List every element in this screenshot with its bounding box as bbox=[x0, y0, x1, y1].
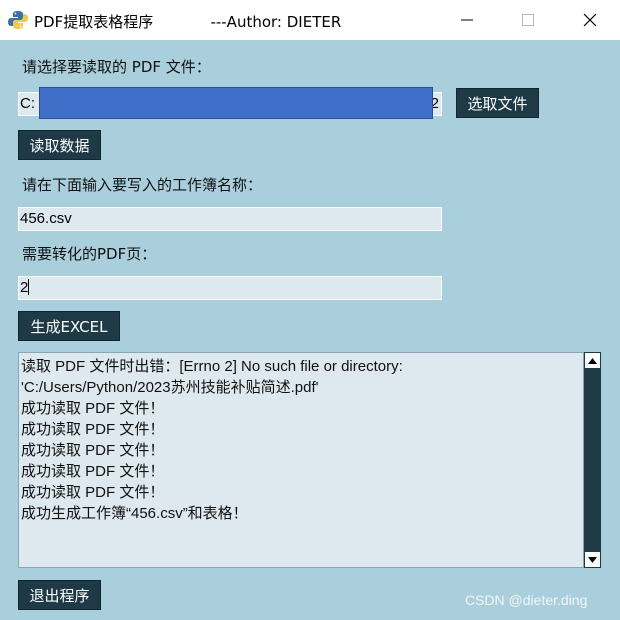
pdf-page-label: 需要转化的PDF页： bbox=[22, 245, 157, 263]
log-line: 'C:/Users/Python/2023苏州技能补贴简述.pdf' bbox=[21, 379, 319, 396]
python-icon bbox=[8, 11, 28, 29]
text-cursor bbox=[28, 279, 30, 295]
log-scrollbar[interactable] bbox=[584, 352, 601, 568]
scroll-up-button[interactable] bbox=[585, 353, 600, 368]
scroll-up-icon bbox=[588, 357, 597, 364]
close-button[interactable] bbox=[560, 0, 620, 40]
minimize-icon bbox=[461, 19, 473, 21]
close-icon bbox=[583, 13, 597, 27]
log-line: 成功读取 PDF 文件！ bbox=[21, 400, 165, 417]
select-file-label: 请选择要读取的 PDF 文件： bbox=[22, 58, 211, 76]
maximize-button[interactable] bbox=[498, 0, 558, 40]
pdf-page-value: 2 bbox=[20, 279, 29, 296]
pdf-page-input[interactable]: 2 bbox=[18, 276, 442, 300]
workbook-name-value: 456.csv bbox=[20, 210, 72, 227]
exit-button[interactable]: 退出程序 bbox=[18, 580, 101, 610]
watermark-text: CSDN @dieter.ding bbox=[465, 592, 588, 608]
read-data-button[interactable]: 读取数据 bbox=[18, 130, 101, 160]
scroll-down-icon bbox=[588, 556, 597, 563]
title-bar: PDF提取表格程序 ---Author: DIETER bbox=[0, 0, 620, 40]
log-line: 成功读取 PDF 文件！ bbox=[21, 484, 165, 501]
log-line: 成功读取 PDF 文件！ bbox=[21, 463, 165, 480]
workbook-name-input[interactable]: 456.csv bbox=[18, 207, 442, 231]
log-output[interactable]: 读取 PDF 文件时出错：[Errno 2] No such file or d… bbox=[18, 352, 584, 568]
maximize-icon bbox=[522, 14, 534, 26]
minimize-button[interactable] bbox=[437, 0, 497, 40]
log-line: 成功读取 PDF 文件！ bbox=[21, 421, 165, 438]
window-title: PDF提取表格程序 ---Author: DIETER bbox=[34, 13, 342, 31]
generate-excel-button[interactable]: 生成EXCEL bbox=[18, 311, 120, 341]
redaction-block bbox=[39, 87, 433, 119]
workbook-name-label: 请在下面输入要写入的工作簿名称： bbox=[22, 176, 263, 194]
select-file-button[interactable]: 选取文件 bbox=[456, 88, 539, 118]
scroll-down-button[interactable] bbox=[585, 552, 600, 567]
file-path-input[interactable]: C: 2 bbox=[18, 87, 442, 119]
log-line: 读取 PDF 文件时出错：[Errno 2] No such file or d… bbox=[21, 358, 403, 375]
file-path-prefix: C: bbox=[20, 95, 35, 112]
log-line: 成功读取 PDF 文件！ bbox=[21, 442, 165, 459]
log-line: 成功生成工作簿“456.csv”和表格！ bbox=[21, 505, 248, 522]
